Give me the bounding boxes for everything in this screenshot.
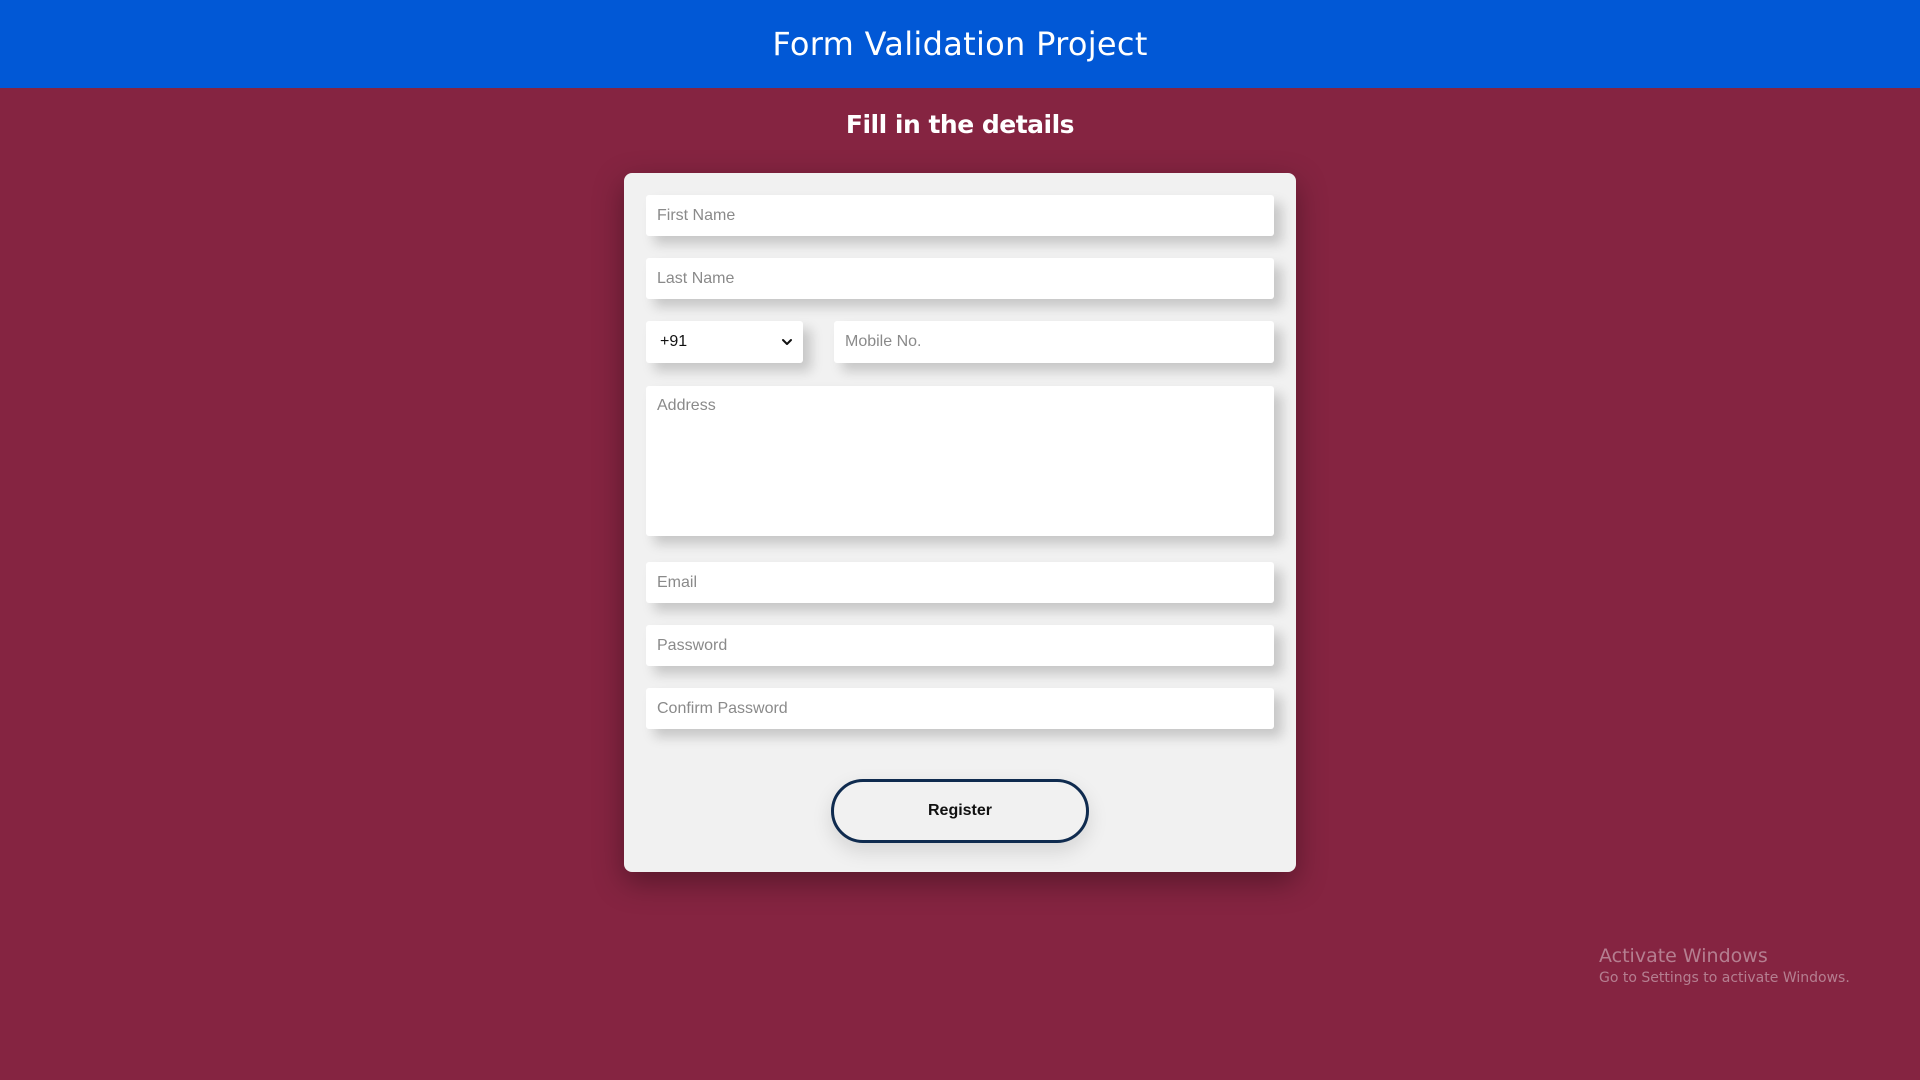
password-input[interactable]	[646, 625, 1274, 666]
mobile-number-input[interactable]	[834, 321, 1274, 363]
watermark-title: Activate Windows	[1599, 945, 1768, 967]
first-name-input[interactable]	[646, 195, 1274, 236]
email-input[interactable]	[646, 562, 1274, 603]
country-code-select[interactable]: +91	[646, 321, 803, 363]
page-title: Form Validation Project	[772, 25, 1148, 63]
form-heading: Fill in the details	[845, 110, 1075, 139]
register-button[interactable]: Register	[831, 779, 1089, 843]
watermark-subtitle: Go to Settings to activate Windows.	[1599, 970, 1850, 986]
country-code-value: +91	[660, 333, 688, 350]
address-textarea[interactable]	[646, 386, 1274, 536]
top-header-bar: Form Validation Project	[0, 0, 1920, 88]
last-name-input[interactable]	[646, 258, 1274, 299]
registration-form-card: +91 Register	[624, 173, 1296, 872]
windows-activation-watermark: Activate Windows Go to Settings to activ…	[1599, 945, 1850, 986]
confirm-password-input[interactable]	[646, 688, 1274, 729]
chevron-down-icon	[781, 336, 793, 348]
